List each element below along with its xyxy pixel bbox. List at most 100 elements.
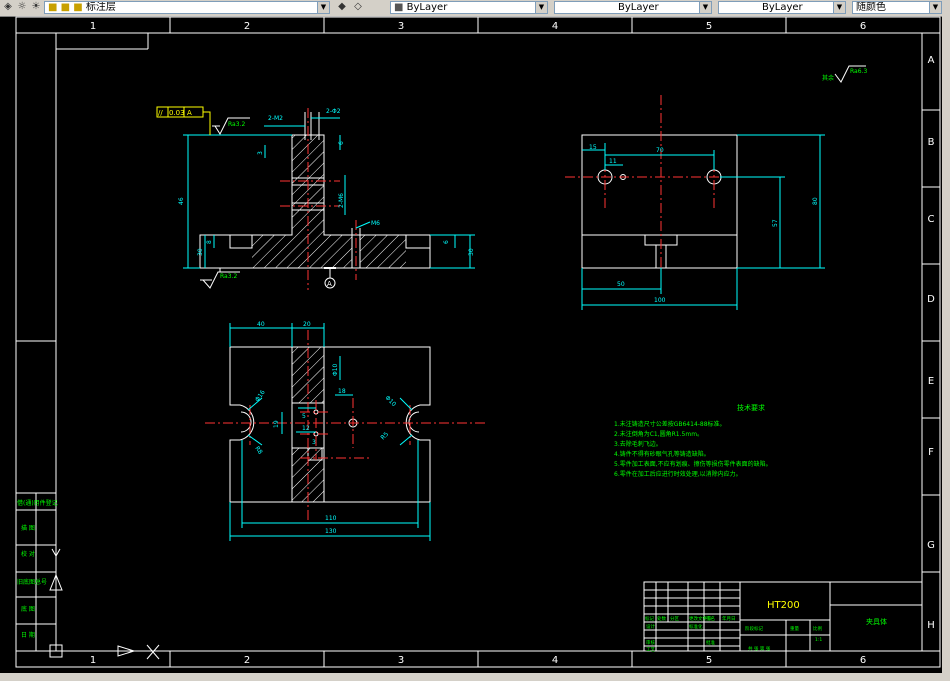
title-left-label: 标准化 <box>689 623 703 630</box>
zone-letter: C <box>928 214 935 225</box>
side-table-label: 日 期 <box>21 631 35 639</box>
plan-dim-d10-top: Φ10 <box>332 363 339 376</box>
dim-30-left: 30 <box>197 248 204 256</box>
chevron-down-icon: ▼ <box>929 2 941 13</box>
title-row-label: 年月日 <box>722 615 736 622</box>
tolerance-value: 0.03 <box>169 109 185 117</box>
dim-2-m6: 2-M6 <box>338 193 345 208</box>
side-dim-80: 80 <box>812 197 819 205</box>
side-dim-15: 15 <box>589 144 597 151</box>
front-section-view[interactable]: 46 8 30 6 30 2-M2 2-Φ2 3 6 2-M6 M6 // 0.… <box>156 106 475 290</box>
toolbar: ◈ ☼ ☀ ■ ■ ■ 标注层 ▼ ◆ ◇ ■ ByLayer ▼ ByLaye… <box>0 0 950 17</box>
side-table-label: 描 图 <box>21 524 35 532</box>
drawing-canvas[interactable]: 1 2 3 4 5 6 1 2 3 4 5 6 A B C D E F G H … <box>0 16 942 673</box>
zone-number: 2 <box>244 655 250 666</box>
title-row-label: 处数 <box>657 615 666 622</box>
dim-46: 46 <box>178 197 185 205</box>
zone-letter: F <box>928 447 934 458</box>
zone-letter: E <box>928 376 934 387</box>
layer-state-icon[interactable]: ☼ <box>16 1 28 13</box>
lightbulb-icon[interactable]: ☀ <box>30 1 42 13</box>
zone-letter: B <box>928 137 935 148</box>
plan-dim-12: 12 <box>302 425 310 432</box>
zone-number: 3 <box>398 655 404 666</box>
color-dropdown[interactable]: ■ ByLayer ▼ <box>390 1 548 14</box>
plan-dim-110: 110 <box>325 515 337 522</box>
plan-view[interactable]: 40 20 Φ10 18 5 12 19 3 Φ16 R8 Φ10 R5 110… <box>205 321 485 541</box>
zone-number: 1 <box>90 655 96 666</box>
dim-6-top: 6 <box>338 141 345 145</box>
zone-letter: D <box>927 294 935 305</box>
tech-req-item: 5.零件加工表面,不应有划痕、擦伤等损伤零件表面的缺陷。 <box>614 460 772 468</box>
tech-req-item: 6.零件在加工后应进行时效处理,以消除内应力。 <box>614 470 742 478</box>
layer-manager-icon[interactable]: ◈ <box>2 1 14 13</box>
zone-number: 4 <box>552 21 558 32</box>
layer-previous-icon[interactable]: ◇ <box>352 1 364 13</box>
general-roughness-note: 其余 Ra6.3 <box>822 65 867 83</box>
datum-label: A <box>327 280 332 288</box>
zone-number: 4 <box>552 655 558 666</box>
zone-letter: A <box>928 55 935 66</box>
zone-letter: H <box>927 620 935 631</box>
plot-style-dropdown[interactable]: 随颜色 ▼ <box>852 1 942 14</box>
layer-dropdown[interactable]: ■ ■ ■ 标注层 ▼ <box>44 1 330 14</box>
title-weight-label: 重量 <box>790 625 799 632</box>
side-table-label: 底 图 <box>21 605 35 613</box>
datum-symbol: A <box>324 267 336 289</box>
title-scale-value: 1:1 <box>815 637 822 643</box>
side-table: 借(通)用件登记 描 图 校 对 旧底图总号 底 图 日 期 <box>15 492 58 652</box>
tolerance-symbol: // <box>158 109 163 117</box>
zone-number: 6 <box>860 655 866 666</box>
technical-requirements: 技术要求 1.未注铸造尺寸公差按GB6414-88标准。 2.未注倒角为C1,圆… <box>614 403 772 478</box>
title-scale-label: 比例 <box>813 625 822 632</box>
dim-3: 3 <box>257 151 264 155</box>
tech-req-item: 1.未注铸造尺寸公差按GB6414-88标准。 <box>614 420 726 428</box>
ucs-icon <box>49 548 160 660</box>
linetype-dropdown[interactable]: ByLayer ▼ <box>554 1 712 14</box>
color-dropdown-value: ByLayer <box>406 2 448 13</box>
side-dim-70: 70 <box>656 147 664 154</box>
title-block: HT200 夹具体 标记 处数 分区 更改文件号 签名 年月日 设计 审核 工艺… <box>643 581 923 653</box>
tech-req-item: 3.去除毛刺飞边。 <box>614 440 662 448</box>
lineweight-dropdown-value: ByLayer <box>762 2 803 13</box>
make-current-layer-icon[interactable]: ◆ <box>336 1 348 13</box>
side-dim-11: 11 <box>609 158 617 165</box>
plan-dim-130: 130 <box>325 528 337 535</box>
general-roughness-value: Ra6.3 <box>850 68 867 75</box>
geometric-tolerance-frame: // 0.03 A <box>156 106 211 135</box>
vertical-scrollbar[interactable] <box>942 16 950 681</box>
side-table-label: 借(通)用件登记 <box>17 499 58 507</box>
lineweight-dropdown[interactable]: ByLayer ▼ <box>718 1 846 14</box>
side-dim-57: 57 <box>772 219 779 227</box>
title-left-label: 设计 <box>646 623 655 630</box>
title-part-name: 夹具体 <box>866 617 887 626</box>
zone-number: 5 <box>706 21 712 32</box>
dim-2-m2: 2-M2 <box>268 115 283 122</box>
linetype-dropdown-value: ByLayer <box>618 2 659 13</box>
general-roughness-mark: 其余 <box>822 74 834 82</box>
title-row-label: 签名 <box>706 615 715 622</box>
tech-req-item: 2.未注倒角为C1,圆角R1.5mm。 <box>614 430 703 438</box>
status-strip <box>0 673 950 681</box>
side-table-label: 校 对 <box>21 550 35 558</box>
dim-2-d2: 2-Φ2 <box>326 108 341 115</box>
title-row-label: 分区 <box>670 615 679 622</box>
title-row-label: 标记 <box>645 615 654 622</box>
zone-labels: 1 2 3 4 5 6 1 2 3 4 5 6 A B C D E F G H <box>90 21 935 666</box>
zone-letter: G <box>927 540 935 551</box>
dim-30-right: 30 <box>468 248 475 256</box>
chevron-down-icon: ▼ <box>317 2 329 13</box>
plan-dim-19: 19 <box>273 420 280 428</box>
side-view[interactable]: 15 70 11 50 100 57 80 <box>565 95 825 310</box>
dim-6-right: 6 <box>443 240 450 244</box>
chevron-down-icon: ▼ <box>535 2 547 13</box>
side-dim-50: 50 <box>617 281 625 288</box>
title-left-label: 批准 <box>706 639 715 646</box>
plot-style-value: 随颜色 <box>856 2 886 13</box>
zone-number: 3 <box>398 21 404 32</box>
zone-number: 1 <box>90 21 96 32</box>
zone-number: 6 <box>860 21 866 32</box>
roughness-top-value: Ra3.2 <box>228 121 245 128</box>
title-sheet-label: 共 张 第 张 <box>748 645 771 652</box>
title-stage-label: 阶段标记 <box>745 625 763 632</box>
